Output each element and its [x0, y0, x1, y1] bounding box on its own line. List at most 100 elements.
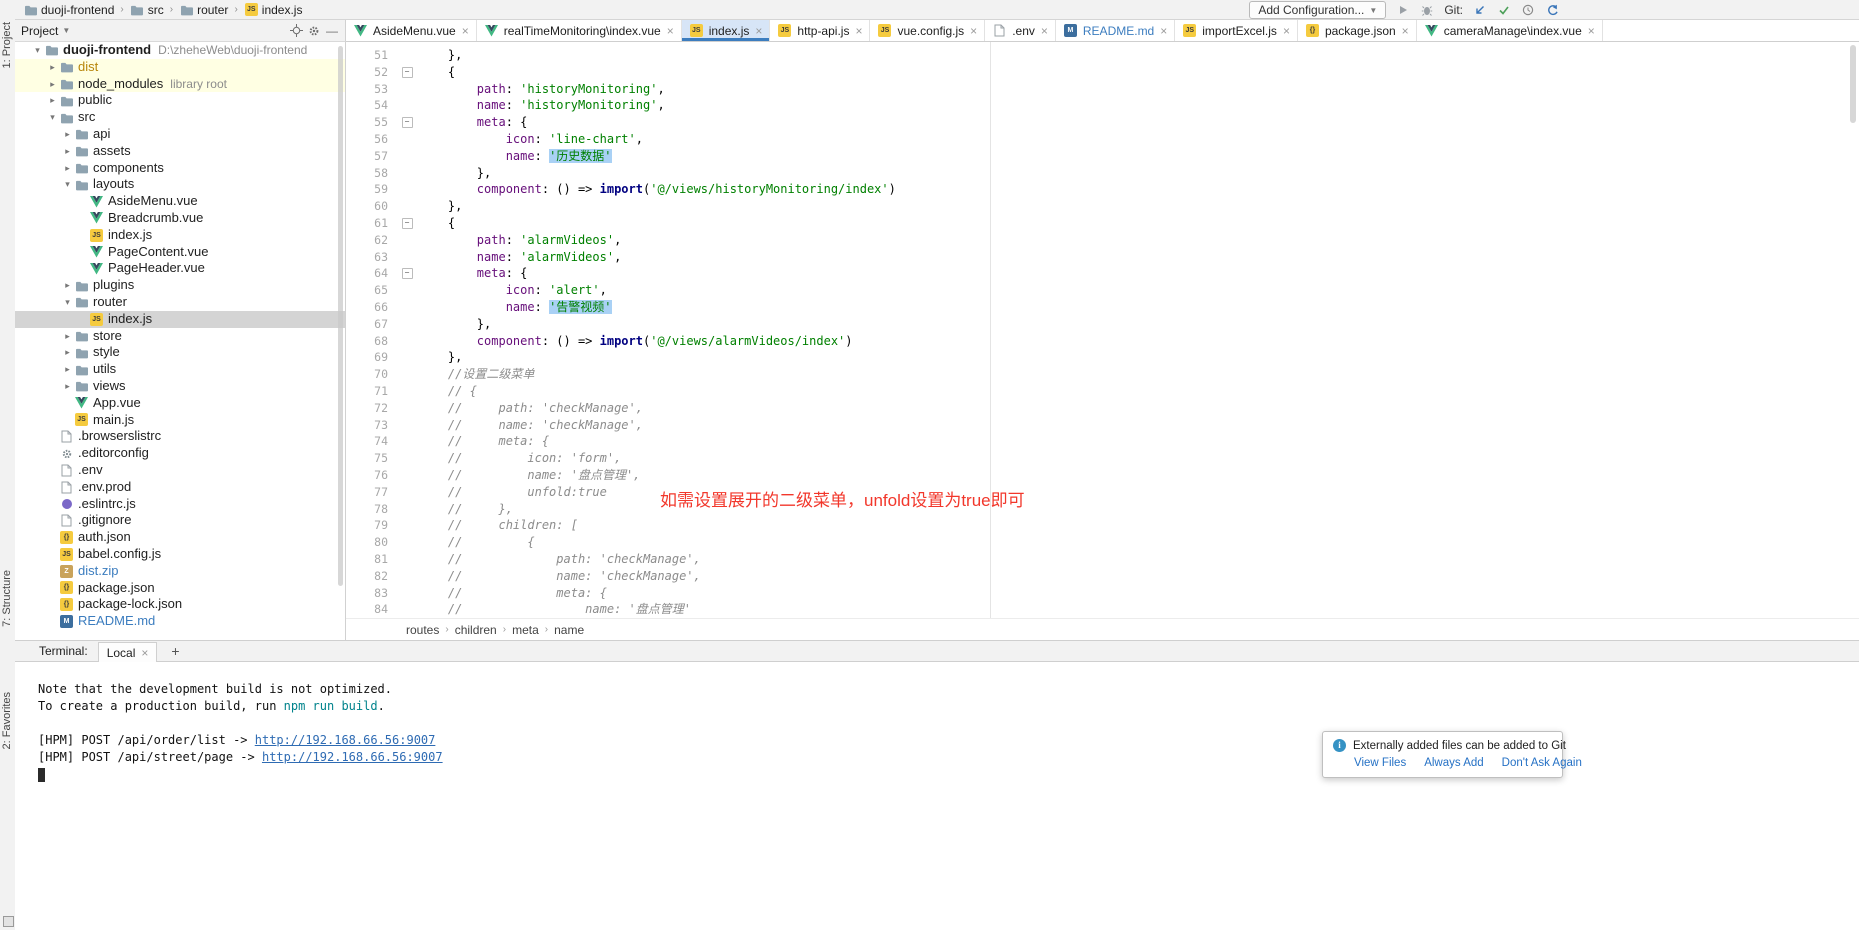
- tree-item-asidemenu-vue[interactable]: AsideMenu.vue: [15, 193, 345, 210]
- tree-item-assets[interactable]: ▸assets: [15, 143, 345, 160]
- git-commit-icon[interactable]: [1497, 3, 1511, 17]
- terminal-link[interactable]: http://192.168.66.56:9007: [255, 733, 436, 747]
- editor-tab-importexcel-js[interactable]: JSimportExcel.js×: [1175, 20, 1298, 41]
- tree-item-utils[interactable]: ▸utils: [15, 361, 345, 378]
- fold-collapse-icon[interactable]: −: [402, 67, 413, 78]
- tree-item-plugins[interactable]: ▸plugins: [15, 277, 345, 294]
- tree-item-views[interactable]: ▸views: [15, 378, 345, 395]
- terminal-link[interactable]: http://192.168.66.56:9007: [262, 750, 443, 764]
- close-icon[interactable]: ×: [855, 24, 862, 38]
- tree-item-layouts[interactable]: ▾layouts: [15, 176, 345, 193]
- editor-breadcrumb-meta[interactable]: meta: [512, 623, 539, 637]
- tool-button-favorites[interactable]: 2: Favorites: [1, 692, 13, 749]
- git-update-icon[interactable]: [1473, 3, 1487, 17]
- fold-marker-icon[interactable]: −: [395, 265, 419, 282]
- tree-item-editorconfig[interactable]: .editorconfig: [15, 445, 345, 462]
- breadcrumb-item-router[interactable]: router: [177, 3, 230, 17]
- code-editor[interactable]: 51 },52− {53 path: 'historyMonitoring',5…: [346, 42, 1859, 618]
- editor-tab-package-json[interactable]: {}package.json×: [1298, 20, 1417, 41]
- tree-item-auth-json[interactable]: {}auth.json: [15, 529, 345, 546]
- tree-item-env-prod[interactable]: .env.prod: [15, 479, 345, 496]
- run-icon[interactable]: [1396, 3, 1410, 17]
- editor-tab-http-api-js[interactable]: JShttp-api.js×: [770, 20, 870, 41]
- tree-item-env[interactable]: .env: [15, 462, 345, 479]
- chevron-right-icon[interactable]: ▸: [46, 76, 59, 93]
- chevron-right-icon[interactable]: ▸: [46, 92, 59, 109]
- terminal-tab-local[interactable]: Local ×: [98, 642, 158, 663]
- chevron-right-icon[interactable]: ▸: [61, 126, 74, 143]
- chevron-right-icon[interactable]: ▸: [61, 361, 74, 378]
- hide-panel-icon[interactable]: —: [325, 24, 339, 38]
- editor-breadcrumb-name[interactable]: name: [554, 623, 584, 637]
- tree-item-dist-zip[interactable]: Zdist.zip: [15, 563, 345, 580]
- gear-icon[interactable]: [307, 24, 321, 38]
- tree-item-index-js[interactable]: JSindex.js: [15, 227, 345, 244]
- tool-button-project[interactable]: 1: Project: [1, 22, 13, 68]
- close-icon[interactable]: ×: [1402, 24, 1409, 38]
- tree-item-components[interactable]: ▸components: [15, 160, 345, 177]
- close-icon[interactable]: ×: [667, 24, 674, 38]
- editor-tab-index-js[interactable]: JSindex.js×: [682, 20, 771, 41]
- tree-item-breadcrumb-vue[interactable]: Breadcrumb.vue: [15, 210, 345, 227]
- locate-file-icon[interactable]: [289, 24, 303, 38]
- editor-tab-vue-config-js[interactable]: JSvue.config.js×: [870, 20, 985, 41]
- chevron-right-icon[interactable]: ▸: [46, 59, 59, 76]
- chevron-down-icon[interactable]: ▾: [31, 42, 44, 59]
- editor-breadcrumb-routes[interactable]: routes: [406, 623, 439, 637]
- rollback-icon[interactable]: [1545, 3, 1559, 17]
- fold-marker-icon[interactable]: −: [395, 64, 419, 81]
- chevron-right-icon[interactable]: ▸: [61, 344, 74, 361]
- close-icon[interactable]: ×: [1588, 24, 1595, 38]
- tree-item-browserslistrc[interactable]: .browserslistrc: [15, 428, 345, 445]
- fold-marker-icon[interactable]: −: [395, 215, 419, 232]
- tool-button-structure[interactable]: 7: Structure: [1, 570, 13, 627]
- tool-window-switcher-icon[interactable]: [3, 916, 14, 927]
- editor-tab-readme-md[interactable]: MREADME.md×: [1056, 20, 1175, 41]
- tree-item-node-modules[interactable]: ▸node_moduleslibrary root: [15, 76, 345, 93]
- tree-item-style[interactable]: ▸style: [15, 344, 345, 361]
- new-terminal-icon[interactable]: +: [167, 643, 183, 659]
- debug-icon[interactable]: [1420, 3, 1434, 17]
- add-configuration-button[interactable]: Add Configuration... ▼: [1249, 1, 1386, 19]
- tree-item-store[interactable]: ▸store: [15, 328, 345, 345]
- tree-item-gitignore[interactable]: .gitignore: [15, 512, 345, 529]
- editor-scrollbar[interactable]: [1850, 45, 1856, 123]
- tree-item-main-js[interactable]: JSmain.js: [15, 412, 345, 429]
- history-clock-icon[interactable]: [1521, 3, 1535, 17]
- chevron-down-icon[interactable]: ▾: [61, 176, 74, 193]
- tree-item-src[interactable]: ▾src: [15, 109, 345, 126]
- tree-item-babel-config-js[interactable]: JSbabel.config.js: [15, 546, 345, 563]
- tree-item-public[interactable]: ▸public: [15, 92, 345, 109]
- tree-item-duoji-frontend[interactable]: ▾duoji-frontendD:\zheheWeb\duoji-fronten…: [15, 42, 345, 59]
- close-icon[interactable]: ×: [1160, 24, 1167, 38]
- breadcrumb-item-duoji-frontend[interactable]: duoji-frontend: [21, 3, 116, 17]
- notification-action-always-add[interactable]: Always Add: [1424, 757, 1483, 769]
- project-view-selector[interactable]: Project: [21, 24, 58, 38]
- fold-marker-icon[interactable]: −: [395, 114, 419, 131]
- editor-tab-env[interactable]: .env×: [985, 20, 1056, 41]
- tree-item-app-vue[interactable]: App.vue: [15, 395, 345, 412]
- tree-item-index-js[interactable]: JSindex.js: [15, 311, 345, 328]
- tree-item-router[interactable]: ▾router: [15, 294, 345, 311]
- close-icon[interactable]: ×: [970, 24, 977, 38]
- notification-action-don-t-ask-again[interactable]: Don't Ask Again: [1502, 757, 1582, 769]
- fold-collapse-icon[interactable]: −: [402, 117, 413, 128]
- editor-tab-realtimemonitoring-index-vue[interactable]: realTimeMonitoring\index.vue×: [477, 20, 682, 41]
- editor-tab-asidemenu-vue[interactable]: AsideMenu.vue×: [346, 20, 477, 41]
- tree-item-pageheader-vue[interactable]: PageHeader.vue: [15, 260, 345, 277]
- chevron-right-icon[interactable]: ▸: [61, 328, 74, 345]
- editor-breadcrumb-children[interactable]: children: [455, 623, 497, 637]
- chevron-right-icon[interactable]: ▸: [61, 160, 74, 177]
- fold-collapse-icon[interactable]: −: [402, 218, 413, 229]
- chevron-right-icon[interactable]: ▸: [61, 378, 74, 395]
- tree-item-package-lock-json[interactable]: {}package-lock.json: [15, 596, 345, 613]
- close-icon[interactable]: ×: [462, 24, 469, 38]
- close-icon[interactable]: ×: [141, 646, 148, 660]
- tree-item-dist[interactable]: ▸dist: [15, 59, 345, 76]
- chevron-right-icon[interactable]: ▸: [61, 277, 74, 294]
- tree-item-eslintrc-js[interactable]: .eslintrc.js: [15, 496, 345, 513]
- breadcrumb-item-index-js[interactable]: JSindex.js: [242, 3, 305, 17]
- chevron-right-icon[interactable]: ▸: [61, 143, 74, 160]
- tree-item-readme-md[interactable]: MREADME.md: [15, 613, 345, 630]
- close-icon[interactable]: ×: [1283, 24, 1290, 38]
